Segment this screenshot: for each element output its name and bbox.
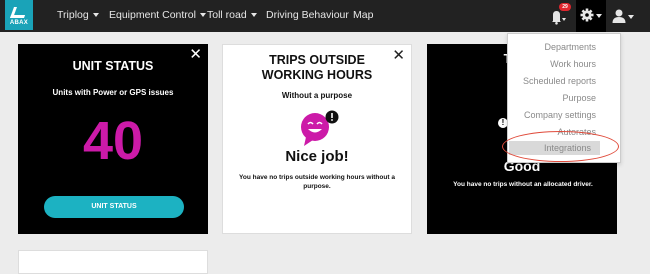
annotation-highlight-ellipse (502, 131, 619, 162)
nav-toll-road[interactable]: Toll road (207, 9, 257, 21)
menu-item-company-settings[interactable]: Company settings (524, 110, 596, 120)
menu-item-purpose[interactable]: Purpose (562, 93, 596, 103)
menu-item-departments[interactable]: Departments (544, 42, 596, 52)
nav-equipment-control-label: Equipment Control (109, 9, 196, 21)
unit-status-card: ✕ UNIT STATUS Units with Power or GPS is… (18, 44, 208, 234)
menu-item-scheduled-reports[interactable]: Scheduled reports (523, 76, 596, 86)
card-description: You have no trips without an allocated d… (453, 181, 593, 188)
gear-icon (580, 8, 602, 22)
happy-speech-bubble-icon (301, 110, 339, 146)
nav-toll-road-label: Toll road (207, 9, 247, 21)
nav-triplog[interactable]: Triplog (57, 9, 99, 21)
logo-mark (9, 7, 29, 18)
logo-text: ABAX (9, 20, 29, 26)
unit-status-button[interactable]: UNIT STATUS (44, 196, 184, 218)
card-subtitle: Units with Power or GPS issues (52, 88, 174, 97)
unit-status-count: 40 (82, 111, 144, 171)
notification-count-badge: 29 (559, 3, 571, 11)
menu-item-work-hours[interactable]: Work hours (550, 59, 596, 69)
notifications-button[interactable] (548, 9, 568, 25)
chevron-down-icon (250, 13, 257, 18)
chevron-down-icon (199, 13, 206, 18)
top-navbar: ABAX Triplog Equipment Control Toll road… (0, 0, 650, 32)
nav-equipment-control[interactable]: Equipment Control (109, 9, 206, 21)
card-description: You have no trips outside working hours … (239, 174, 395, 190)
trips-outside-hours-card: ✕ TRIPS OUTSIDE WORKING HOURS Without a … (222, 44, 412, 234)
card-title-line-1: TRIPS OUTSIDE (269, 53, 365, 67)
abax-logo[interactable]: ABAX (5, 0, 33, 30)
card-title-line-2: WORKING HOURS (261, 68, 373, 82)
nav-driving-behaviour-label: Driving Behaviour (266, 9, 349, 21)
user-icon (612, 9, 634, 23)
nav-driving-behaviour[interactable]: Driving Behaviour (266, 9, 349, 21)
card-title: UNIT STATUS (72, 59, 154, 73)
user-menu-button[interactable] (609, 6, 639, 26)
bell-icon (552, 11, 566, 25)
nav-triplog-label: Triplog (57, 9, 89, 21)
chevron-down-icon (92, 13, 99, 18)
card-title: TRIPS OUTSIDE WORKING HOURS (223, 53, 411, 83)
card-subtitle: Without a purpose (281, 91, 353, 100)
dashboard-card (18, 250, 208, 274)
nav-map[interactable]: Map (353, 9, 373, 21)
settings-button[interactable] (576, 0, 606, 32)
card-headline: Nice job! (285, 148, 349, 165)
nav-map-label: Map (353, 9, 374, 21)
